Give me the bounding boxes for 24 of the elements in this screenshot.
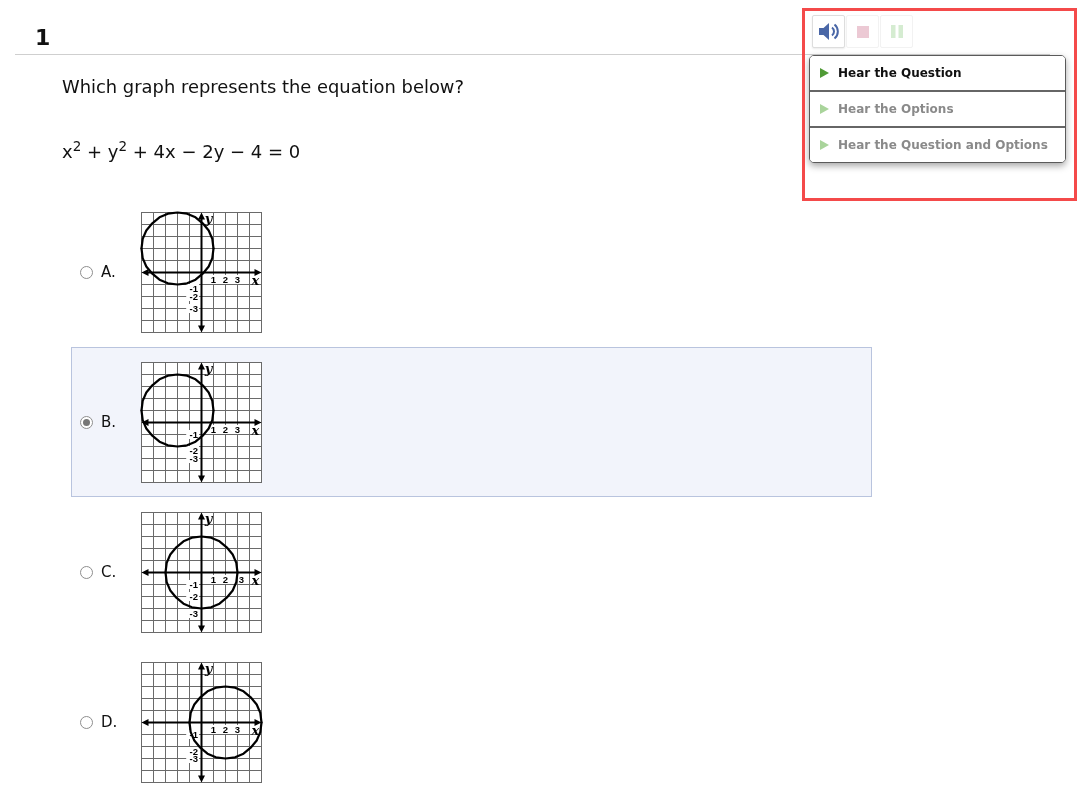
option-label: A. (101, 263, 117, 281)
option-label: C. (101, 563, 118, 581)
option-label: D. (101, 713, 119, 731)
tick-label: 3 (238, 573, 245, 585)
tick-label: -2 (189, 444, 198, 456)
tick-label: -3 (189, 302, 198, 314)
tick-label: -3 (189, 452, 198, 464)
option-label: B. (101, 413, 118, 431)
tick-label: 2 (222, 423, 229, 435)
axis-label: x (251, 272, 260, 287)
axis-label: y (204, 660, 213, 675)
axis-label: x (251, 572, 260, 587)
axis-label: y (204, 360, 213, 375)
tick-label: 3 (234, 423, 241, 435)
axis-label: y (204, 510, 213, 525)
tick-label: -3 (189, 607, 198, 619)
axis-label: x (251, 422, 260, 437)
tick-label: -2 (189, 290, 198, 302)
question-text: Which graph represents the equation below? (62, 75, 464, 99)
tick-label: 3 (234, 273, 241, 285)
tick-label: -1 (189, 282, 198, 294)
tick-label: 2 (222, 273, 229, 285)
question-number: 1 (35, 25, 51, 51)
equation: x$^{2}$ + y$^{2}$ + 4x − 2y − 4 = 0 (62, 139, 301, 164)
